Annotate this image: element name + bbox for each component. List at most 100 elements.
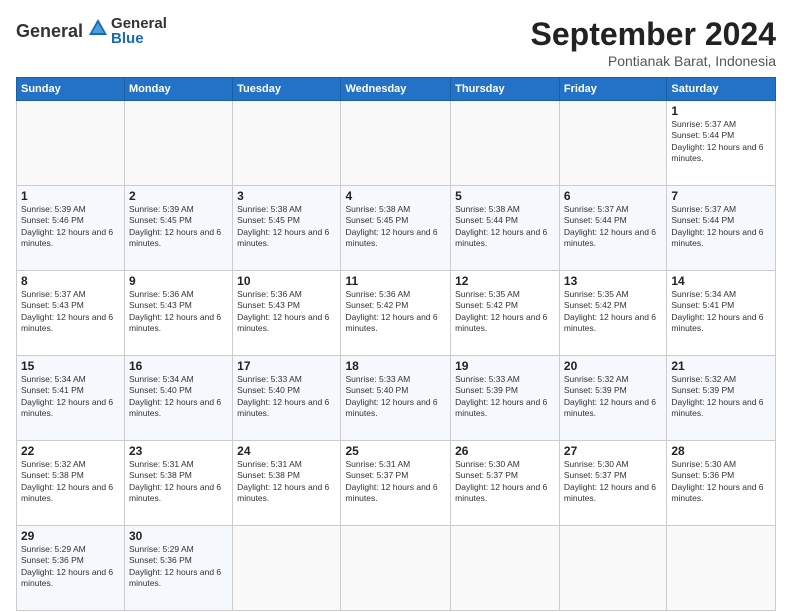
day-info: Sunrise: 5:33 AM Sunset: 5:40 PM Dayligh…	[237, 374, 336, 420]
calendar-cell	[233, 526, 341, 611]
day-number: 16	[129, 359, 228, 373]
day-number: 27	[564, 444, 662, 458]
page-header: General General Blue September 2024 Pont…	[16, 16, 776, 69]
location-subtitle: Pontianak Barat, Indonesia	[531, 53, 776, 69]
day-info: Sunrise: 5:33 AM Sunset: 5:39 PM Dayligh…	[455, 374, 555, 420]
calendar-cell: 5 Sunrise: 5:38 AM Sunset: 5:44 PM Dayli…	[451, 186, 560, 271]
weekday-wednesday: Wednesday	[341, 78, 451, 101]
calendar-cell: 14 Sunrise: 5:34 AM Sunset: 5:41 PM Dayl…	[667, 271, 776, 356]
calendar-cell: 7 Sunrise: 5:37 AM Sunset: 5:44 PM Dayli…	[667, 186, 776, 271]
week-row-1: 1 Sunrise: 5:37 AM Sunset: 5:44 PM Dayli…	[17, 101, 776, 186]
week-row-2: 1 Sunrise: 5:39 AM Sunset: 5:46 PM Dayli…	[17, 186, 776, 271]
day-info: Sunrise: 5:37 AM Sunset: 5:44 PM Dayligh…	[671, 119, 771, 165]
day-info: Sunrise: 5:31 AM Sunset: 5:37 PM Dayligh…	[345, 459, 446, 505]
day-info: Sunrise: 5:36 AM Sunset: 5:42 PM Dayligh…	[345, 289, 446, 335]
calendar-cell: 13 Sunrise: 5:35 AM Sunset: 5:42 PM Dayl…	[559, 271, 666, 356]
calendar-cell: 19 Sunrise: 5:33 AM Sunset: 5:39 PM Dayl…	[451, 356, 560, 441]
day-info: Sunrise: 5:34 AM Sunset: 5:41 PM Dayligh…	[21, 374, 120, 420]
month-title: September 2024	[531, 16, 776, 53]
weekday-sunday: Sunday	[17, 78, 125, 101]
calendar-cell: 6 Sunrise: 5:37 AM Sunset: 5:44 PM Dayli…	[559, 186, 666, 271]
day-number: 1	[21, 189, 120, 203]
day-number: 21	[671, 359, 771, 373]
day-number: 14	[671, 274, 771, 288]
calendar-cell: 8 Sunrise: 5:37 AM Sunset: 5:43 PM Dayli…	[17, 271, 125, 356]
day-info: Sunrise: 5:36 AM Sunset: 5:43 PM Dayligh…	[129, 289, 228, 335]
day-info: Sunrise: 5:32 AM Sunset: 5:38 PM Dayligh…	[21, 459, 120, 505]
day-number: 18	[345, 359, 446, 373]
day-number: 7	[671, 189, 771, 203]
day-info: Sunrise: 5:35 AM Sunset: 5:42 PM Dayligh…	[564, 289, 662, 335]
calendar-cell: 26 Sunrise: 5:30 AM Sunset: 5:37 PM Dayl…	[451, 441, 560, 526]
title-area: September 2024 Pontianak Barat, Indonesi…	[531, 16, 776, 69]
calendar-cell: 21 Sunrise: 5:32 AM Sunset: 5:39 PM Dayl…	[667, 356, 776, 441]
week-row-4: 15 Sunrise: 5:34 AM Sunset: 5:41 PM Dayl…	[17, 356, 776, 441]
calendar-table: SundayMondayTuesdayWednesdayThursdayFrid…	[16, 77, 776, 611]
day-info: Sunrise: 5:37 AM Sunset: 5:44 PM Dayligh…	[564, 204, 662, 250]
day-info: Sunrise: 5:33 AM Sunset: 5:40 PM Dayligh…	[345, 374, 446, 420]
day-info: Sunrise: 5:38 AM Sunset: 5:45 PM Dayligh…	[345, 204, 446, 250]
calendar-cell	[125, 101, 233, 186]
day-number: 8	[21, 274, 120, 288]
logo-area: General General Blue	[16, 16, 167, 46]
day-info: Sunrise: 5:36 AM Sunset: 5:43 PM Dayligh…	[237, 289, 336, 335]
day-number: 19	[455, 359, 555, 373]
day-number: 10	[237, 274, 336, 288]
weekday-header-row: SundayMondayTuesdayWednesdayThursdayFrid…	[17, 78, 776, 101]
calendar-cell: 10 Sunrise: 5:36 AM Sunset: 5:43 PM Dayl…	[233, 271, 341, 356]
calendar-cell	[341, 101, 451, 186]
calendar-cell	[667, 526, 776, 611]
day-info: Sunrise: 5:30 AM Sunset: 5:37 PM Dayligh…	[455, 459, 555, 505]
day-number: 5	[455, 189, 555, 203]
calendar-cell: 1 Sunrise: 5:39 AM Sunset: 5:46 PM Dayli…	[17, 186, 125, 271]
day-number: 28	[671, 444, 771, 458]
logo-general: General	[16, 21, 83, 42]
day-number: 25	[345, 444, 446, 458]
week-row-6: 29 Sunrise: 5:29 AM Sunset: 5:36 PM Dayl…	[17, 526, 776, 611]
calendar-cell: 11 Sunrise: 5:36 AM Sunset: 5:42 PM Dayl…	[341, 271, 451, 356]
calendar-cell: 18 Sunrise: 5:33 AM Sunset: 5:40 PM Dayl…	[341, 356, 451, 441]
calendar-cell: 15 Sunrise: 5:34 AM Sunset: 5:41 PM Dayl…	[17, 356, 125, 441]
day-number: 22	[21, 444, 120, 458]
calendar-cell	[559, 101, 666, 186]
day-info: Sunrise: 5:34 AM Sunset: 5:40 PM Dayligh…	[129, 374, 228, 420]
calendar-cell	[341, 526, 451, 611]
day-info: Sunrise: 5:29 AM Sunset: 5:36 PM Dayligh…	[21, 544, 120, 590]
calendar-cell: 20 Sunrise: 5:32 AM Sunset: 5:39 PM Dayl…	[559, 356, 666, 441]
calendar-cell: 16 Sunrise: 5:34 AM Sunset: 5:40 PM Dayl…	[125, 356, 233, 441]
day-number: 6	[564, 189, 662, 203]
day-info: Sunrise: 5:38 AM Sunset: 5:44 PM Dayligh…	[455, 204, 555, 250]
day-info: Sunrise: 5:35 AM Sunset: 5:42 PM Dayligh…	[455, 289, 555, 335]
day-number: 9	[129, 274, 228, 288]
day-info: Sunrise: 5:34 AM Sunset: 5:41 PM Dayligh…	[671, 289, 771, 335]
day-number: 26	[455, 444, 555, 458]
day-info: Sunrise: 5:38 AM Sunset: 5:45 PM Dayligh…	[237, 204, 336, 250]
week-row-5: 22 Sunrise: 5:32 AM Sunset: 5:38 PM Dayl…	[17, 441, 776, 526]
day-number: 4	[345, 189, 446, 203]
day-number: 12	[455, 274, 555, 288]
calendar-cell: 29 Sunrise: 5:29 AM Sunset: 5:36 PM Dayl…	[17, 526, 125, 611]
calendar-cell: 23 Sunrise: 5:31 AM Sunset: 5:38 PM Dayl…	[125, 441, 233, 526]
calendar-cell: 25 Sunrise: 5:31 AM Sunset: 5:37 PM Dayl…	[341, 441, 451, 526]
day-number: 23	[129, 444, 228, 458]
calendar-cell: 30 Sunrise: 5:29 AM Sunset: 5:36 PM Dayl…	[125, 526, 233, 611]
day-info: Sunrise: 5:32 AM Sunset: 5:39 PM Dayligh…	[671, 374, 771, 420]
calendar-cell	[451, 101, 560, 186]
calendar-cell: 17 Sunrise: 5:33 AM Sunset: 5:40 PM Dayl…	[233, 356, 341, 441]
calendar-cell	[559, 526, 666, 611]
weekday-monday: Monday	[125, 78, 233, 101]
day-number: 17	[237, 359, 336, 373]
calendar-cell	[451, 526, 560, 611]
calendar-page: General General Blue September 2024 Pont…	[0, 0, 792, 612]
weekday-thursday: Thursday	[451, 78, 560, 101]
calendar-cell: 4 Sunrise: 5:38 AM Sunset: 5:45 PM Dayli…	[341, 186, 451, 271]
calendar-cell: 2 Sunrise: 5:39 AM Sunset: 5:45 PM Dayli…	[125, 186, 233, 271]
logo-general-text: General	[111, 16, 167, 31]
day-info: Sunrise: 5:32 AM Sunset: 5:39 PM Dayligh…	[564, 374, 662, 420]
calendar-cell: 27 Sunrise: 5:30 AM Sunset: 5:37 PM Dayl…	[559, 441, 666, 526]
calendar-cell: 1 Sunrise: 5:37 AM Sunset: 5:44 PM Dayli…	[667, 101, 776, 186]
day-number: 2	[129, 189, 228, 203]
day-info: Sunrise: 5:37 AM Sunset: 5:44 PM Dayligh…	[671, 204, 771, 250]
day-number: 15	[21, 359, 120, 373]
day-info: Sunrise: 5:39 AM Sunset: 5:45 PM Dayligh…	[129, 204, 228, 250]
